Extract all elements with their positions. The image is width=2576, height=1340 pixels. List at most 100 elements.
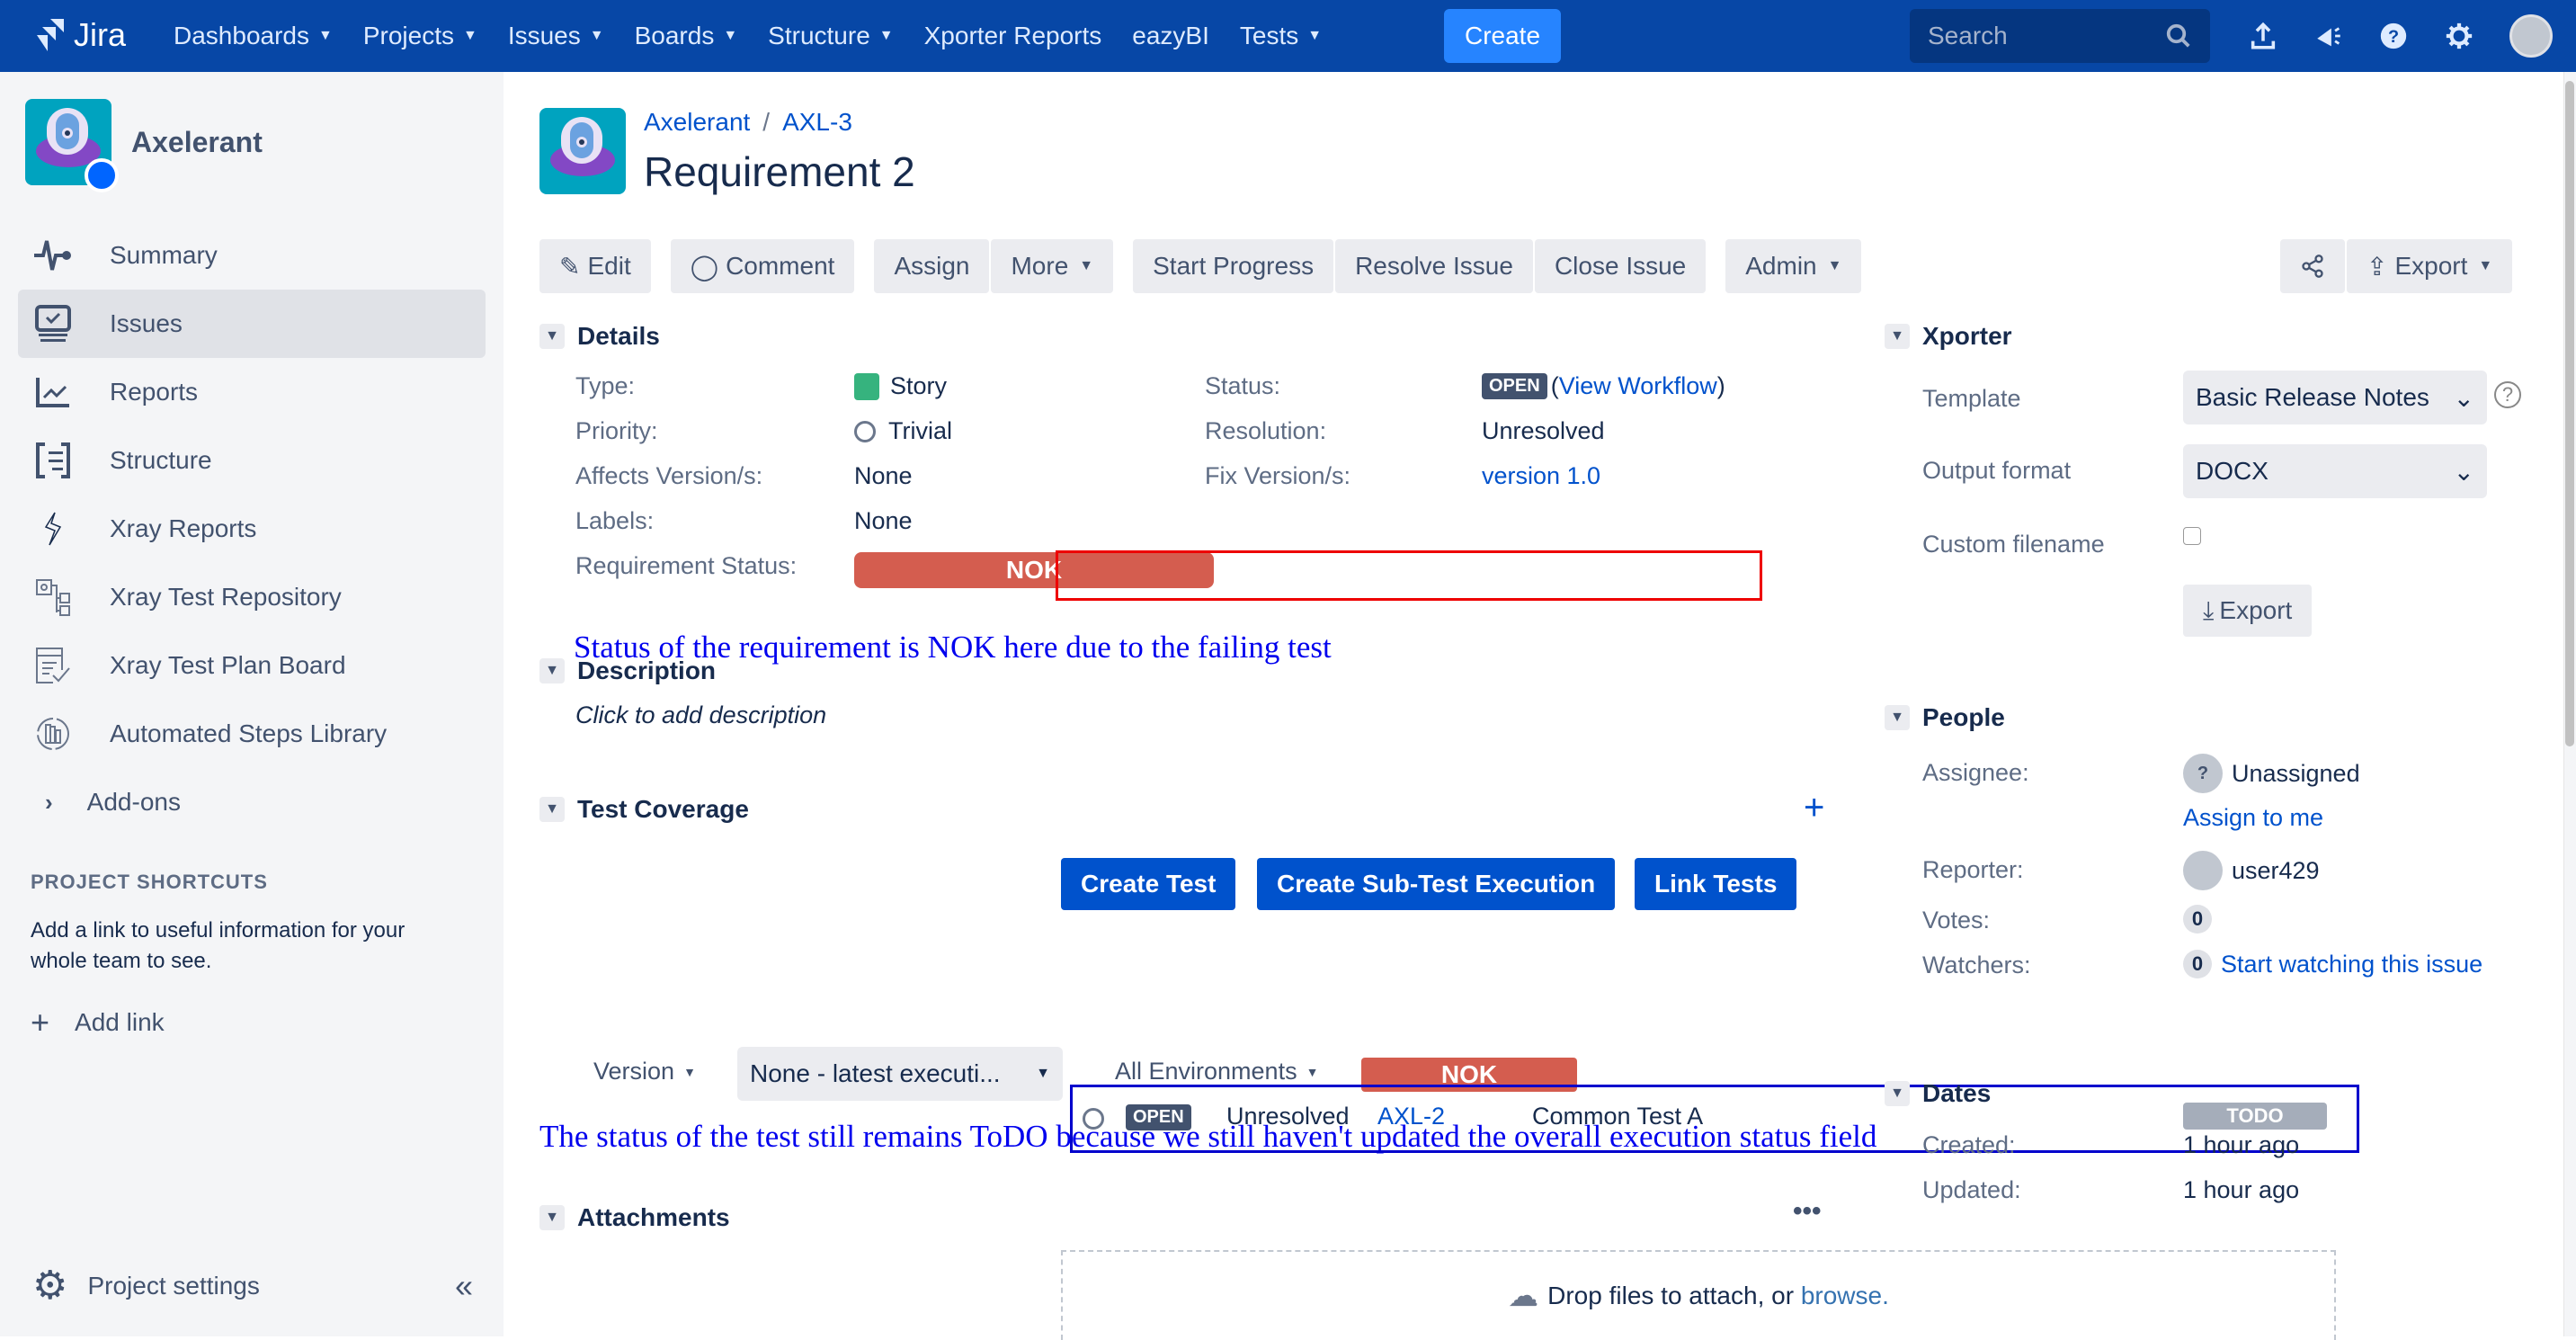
sidebar-item-issues[interactable]: Issues [18,290,486,358]
sidebar-item-addons[interactable]: › Add-ons [32,768,500,836]
nav-issues[interactable]: Issues ▼ [508,22,604,50]
create-test-button[interactable]: Create Test [1061,858,1236,910]
create-sub-test-execution-button[interactable]: Create Sub-Test Execution [1257,858,1616,910]
version-filter[interactable]: Version ▼ [593,1058,696,1085]
reporter-value[interactable]: user429 [2183,851,2320,890]
resolution-label: Resolution: [1205,417,1327,444]
project-settings-link[interactable]: ⚙ Project settings « [32,1263,473,1309]
sidebar-item-xray-test-plan-board[interactable]: Xray Test Plan Board [18,631,486,700]
upload-icon[interactable] [2245,18,2281,54]
plan-board-icon [31,643,76,688]
environment-label: All Environments [1115,1058,1297,1085]
jira-logo[interactable]: Jira [34,16,126,54]
radio-icon[interactable] [1083,1108,1104,1130]
sidebar-item-automated-steps-library[interactable]: Automated Steps Library [18,700,486,768]
search-input[interactable]: Search [1910,9,2210,63]
type-label: Type: [575,372,636,399]
output-format-select[interactable]: DOCX ⌄ [2183,444,2487,498]
fix-version-link[interactable]: version 1.0 [1482,462,1600,490]
xporter-export-button[interactable]: ⤓ Export [2183,585,2313,637]
add-link-button[interactable]: + Add link [31,1004,165,1041]
details-section-header[interactable]: ▼ Details [539,322,660,351]
create-button[interactable]: Create [1444,9,1561,63]
admin-button[interactable]: Admin ▼ [1725,239,1862,293]
section-heading: People [1922,703,2005,731]
link-tests-button[interactable]: Link Tests [1635,858,1797,910]
chevron-right-icon: › [45,788,53,816]
project-shortcuts-description: Add a link to useful information for you… [31,918,406,973]
export-dropdown-button[interactable]: ⇪ Export ▼ [2347,239,2513,293]
nav-dashboards[interactable]: Dashboards ▼ [174,22,333,50]
votes-value[interactable]: 0 [2183,905,2221,934]
affects-version-value: None [854,462,913,489]
help-icon[interactable]: ? [2494,381,2521,408]
start-watching-link[interactable]: Start watching this issue [2221,951,2482,978]
requirement-status-label: Requirement Status: [575,552,798,579]
assign-button[interactable]: Assign [874,239,990,293]
description-section-header[interactable]: ▼ Description [539,657,716,685]
nav-boards[interactable]: Boards ▼ [635,22,738,50]
library-icon [31,711,76,756]
assignee-value[interactable]: ? Unassigned [2183,754,2360,793]
resolve-issue-button[interactable]: Resolve Issue [1335,239,1533,293]
test-coverage-section-header[interactable]: ▼ Test Coverage [539,795,749,824]
nav-tests[interactable]: Tests ▼ [1240,22,1322,50]
settings-icon[interactable] [2441,18,2477,54]
created-value: 1 hour ago [2183,1131,2300,1158]
announcement-icon[interactable] [2311,18,2347,54]
comment-button[interactable]: ◯ Comment [670,239,855,293]
main-nav: Dashboards ▼ Projects ▼ Issues ▼ Boards ▼ St… [174,0,1352,72]
description-placeholder[interactable]: Click to add description [575,701,826,729]
nav-projects[interactable]: Projects ▼ [363,22,477,50]
more-button[interactable]: More ▼ [991,239,1114,293]
assign-to-me-link[interactable]: Assign to me [2183,804,2323,832]
breadcrumb-issue-key[interactable]: AXL-3 [782,108,852,136]
sidebar-item-xray-test-repository[interactable]: Xray Test Repository [18,563,486,631]
scrollbar-thumb[interactable] [2565,81,2574,746]
sidebar-item-summary[interactable]: Summary [18,221,486,290]
template-select[interactable]: Basic Release Notes ⌄ [2183,371,2487,424]
sidebar-item-reports[interactable]: Reports [18,358,486,426]
close-issue-button[interactable]: Close Issue [1534,239,1707,293]
project-avatar-small[interactable] [539,108,626,194]
collapse-sidebar-icon[interactable]: « [455,1267,473,1305]
chevron-down-icon: ▼ [1079,258,1094,273]
test-coverage-row[interactable]: OPEN Unresolved AXL-2 Common Test A TODO [1083,1097,2341,1140]
help-icon[interactable]: ? [2375,18,2411,54]
attachments-more-icon[interactable]: ••• [1793,1196,1822,1227]
breadcrumb-project[interactable]: Axelerant [644,108,750,136]
nav-eazybi[interactable]: eazyBI [1132,22,1209,50]
dates-section-header[interactable]: ▼ Dates [1885,1079,1991,1108]
xporter-section-header[interactable]: ▼ Xporter [1885,322,2012,351]
environment-filter[interactable]: All Environments ▼ [1115,1058,1318,1085]
share-button[interactable] [2280,239,2345,293]
labels-value[interactable]: None [854,507,913,535]
highlight-box-requirement-status [1056,550,1762,601]
add-test-coverage-plus-icon[interactable]: + [1804,788,1824,828]
test-key-link[interactable]: AXL-2 [1377,1103,1445,1130]
watchers-value: 0 Start watching this issue [2183,950,2482,978]
version-select[interactable]: None - latest executi... ▼ [737,1047,1063,1101]
nav-xporter-reports[interactable]: Xporter Reports [924,22,1102,50]
nav-structure[interactable]: Structure ▼ [768,22,893,50]
activity-icon [31,233,76,278]
start-progress-button[interactable]: Start Progress [1133,239,1334,293]
sidebar-item-xray-reports[interactable]: Xray Reports [18,495,486,563]
user-avatar[interactable] [2509,14,2553,58]
type-value: Story [854,372,947,400]
view-workflow-link[interactable]: View Workflow [1559,372,1717,400]
search-icon [2166,23,2190,48]
custom-filename-checkbox[interactable] [2183,527,2201,545]
unassigned-avatar-icon: ? [2183,754,2223,793]
people-section-header[interactable]: ▼ People [1885,703,2005,732]
chevron-down-icon: ▼ [589,28,604,43]
browse-link[interactable]: browse. [1801,1282,1889,1310]
attachments-section-header[interactable]: ▼ Attachments [539,1203,730,1232]
reporter-name: user429 [2232,856,2320,884]
template-label: Template [1922,385,2021,412]
attachment-dropzone[interactable]: ☁ Drop files to attach, or browse. [1061,1250,2336,1340]
chevron-down-icon: ▼ [1307,28,1323,43]
sidebar-item-structure[interactable]: Structure [18,426,486,495]
edit-button[interactable]: ✎ Edit [539,239,651,293]
issue-title[interactable]: Requirement 2 [644,147,915,196]
